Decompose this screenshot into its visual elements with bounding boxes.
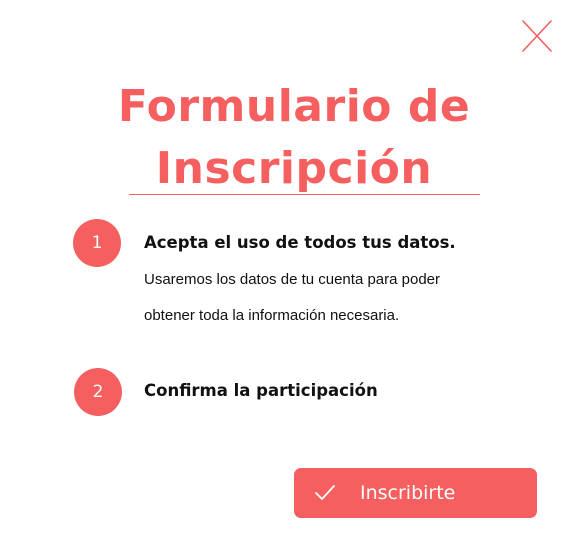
close-button[interactable] — [519, 18, 555, 54]
step-1-description: Usaremos los datos de tu cuenta para pod… — [144, 271, 441, 324]
step-2-badge: 2 — [74, 368, 122, 416]
step-2-title: Confirma la participación — [144, 381, 378, 400]
step-1-title: Acepta el uso de todos tus datos. — [144, 233, 456, 252]
title-underline — [129, 194, 480, 195]
page-title: Formulario de Inscripción — [0, 76, 575, 200]
check-icon — [315, 485, 335, 500]
subscribe-button-label: Inscribirte — [360, 482, 456, 504]
title-line-2: Inscripción — [155, 143, 433, 194]
subscribe-button[interactable]: Inscribirte — [294, 468, 537, 518]
close-icon — [522, 20, 552, 52]
step-1-badge: 1 — [73, 219, 121, 267]
title-line-1: Formulario de — [117, 81, 471, 132]
